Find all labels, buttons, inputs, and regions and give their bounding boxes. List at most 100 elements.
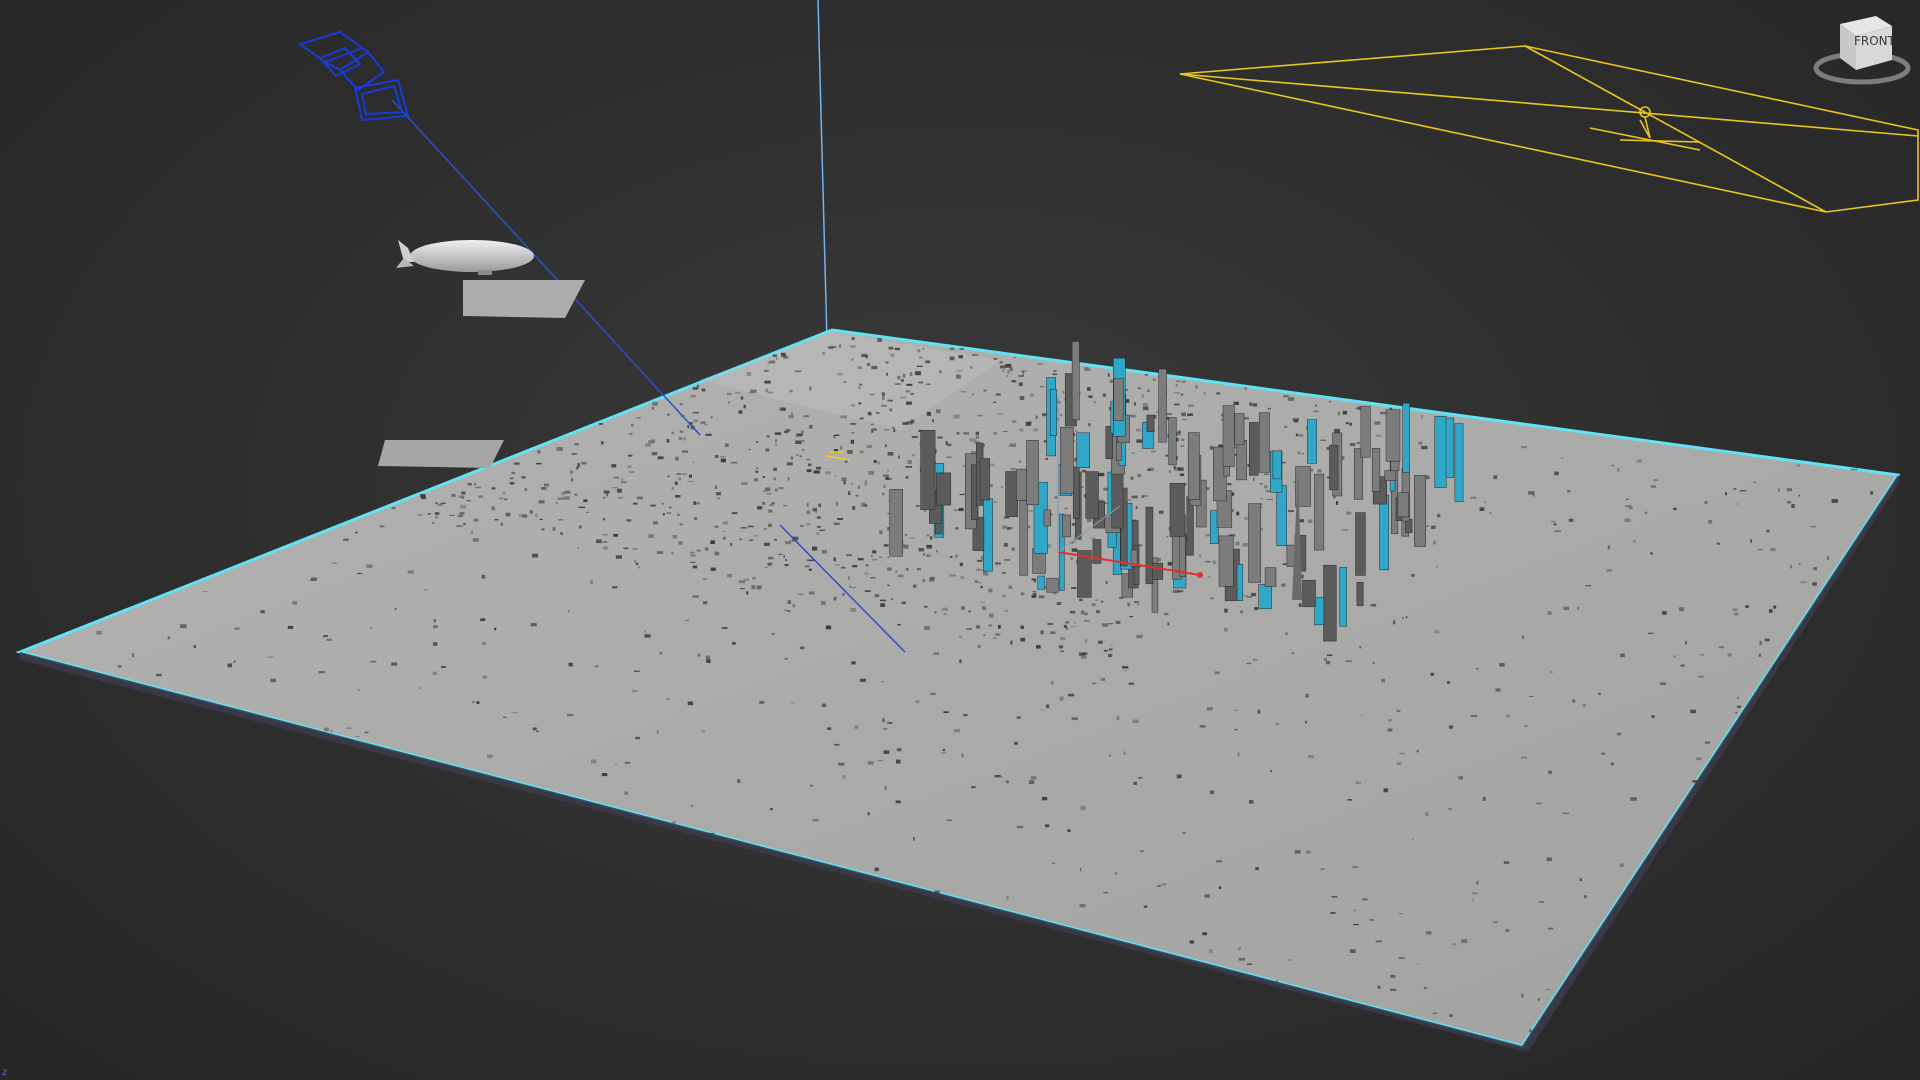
terrain-block [956, 370, 963, 372]
terrain-block [896, 759, 901, 764]
building [1113, 378, 1124, 421]
terrain-block [568, 662, 573, 667]
terrain-block [628, 454, 633, 457]
terrain-block [1346, 511, 1352, 515]
viewcube-face-label[interactable]: FRONT [1854, 34, 1895, 48]
camera-icon[interactable] [297, 30, 410, 122]
terrain-block [1019, 396, 1025, 400]
terrain-block [558, 519, 564, 521]
terrain-block [679, 430, 684, 433]
terrain-block [906, 421, 913, 425]
terrain-block [1227, 483, 1232, 486]
terrain-block [983, 634, 986, 636]
terrain-block [1328, 400, 1331, 403]
terrain-block [995, 393, 1001, 396]
terrain-block [1764, 638, 1770, 642]
terrain-block [765, 566, 768, 568]
terrain-block [1432, 1012, 1438, 1014]
terrain-block [1028, 780, 1035, 784]
terrain-block [1433, 540, 1436, 545]
terrain-block [1651, 715, 1655, 718]
terrain-block [635, 562, 639, 565]
terrain-block [924, 626, 931, 630]
terrain-block [1218, 886, 1222, 890]
terrain-block [433, 619, 436, 623]
terrain-block [813, 470, 820, 474]
terrain-block [963, 714, 968, 717]
terrain-block [1301, 453, 1304, 455]
terrain-block [332, 562, 338, 564]
building [1445, 417, 1455, 478]
terrain-block [752, 577, 756, 580]
terrain-block [842, 775, 846, 779]
terrain-block [260, 610, 265, 614]
terrain-block [867, 761, 874, 765]
terrain-block [867, 812, 870, 816]
terrain-block [871, 554, 873, 558]
terrain-block [1294, 850, 1301, 854]
terrain-block [1102, 393, 1107, 397]
terrain-block [1554, 471, 1559, 476]
city-terrain-plane[interactable] [15, 328, 1901, 1052]
terrain-block [193, 644, 196, 649]
scene-canvas[interactable] [0, 0, 1920, 1080]
terrain-block [1236, 511, 1240, 516]
terrain-block [652, 401, 658, 406]
terrain-block [1147, 469, 1151, 471]
terrain-block [887, 722, 893, 724]
terrain-block [858, 485, 860, 489]
terrain-block [870, 577, 876, 579]
terrain-block [578, 525, 582, 529]
terrain-block [850, 439, 854, 444]
terrain-block [838, 762, 845, 766]
terrain-block [812, 546, 818, 551]
terrain-block [1035, 415, 1038, 419]
terrain-block [841, 592, 845, 596]
terrain-block [583, 499, 588, 502]
building [1062, 514, 1071, 538]
terrain-block [687, 480, 694, 482]
terrain-block [330, 729, 333, 733]
terrain-block [1352, 866, 1359, 868]
terrain-block [956, 432, 960, 435]
terrain-block [1625, 505, 1632, 507]
terrain-block [1431, 525, 1436, 529]
terrain-block [810, 784, 814, 787]
terrain-block [926, 554, 931, 557]
viewcube-icon[interactable]: FRONT [1810, 4, 1914, 100]
terrain-block [730, 461, 738, 464]
terrain-block [988, 588, 993, 593]
terrain-block [1176, 774, 1182, 779]
terrain-block [792, 604, 795, 608]
terrain-block [644, 631, 646, 633]
terrain-block [701, 730, 706, 733]
terrain-block [1360, 714, 1363, 716]
terrain-block [1461, 939, 1468, 943]
terrain-block [606, 492, 609, 497]
terrain-block [417, 514, 423, 516]
terrain-block [1727, 653, 1732, 657]
terrain-block [904, 534, 907, 536]
3d-viewport[interactable]: FRONT z [0, 0, 1920, 1080]
terrain-block [648, 534, 655, 538]
spotlight-icon[interactable] [1179, 45, 1919, 213]
terrain-block [959, 348, 965, 350]
terrain-block [887, 399, 893, 402]
terrain-block [883, 750, 890, 754]
building [1046, 578, 1059, 593]
terrain-block [678, 477, 681, 481]
terrain-block [1204, 894, 1211, 898]
terrain-block [946, 456, 952, 458]
terrain-block [1080, 610, 1085, 615]
terrain-block [1736, 697, 1739, 699]
terrain-block [536, 462, 542, 465]
terrain-block [716, 492, 721, 496]
floating-plane[interactable] [378, 440, 504, 468]
building [1005, 471, 1019, 517]
terrain-block [1628, 506, 1633, 510]
terrain-block [895, 800, 901, 804]
terrain-block [900, 396, 907, 399]
terrain-block [437, 503, 443, 506]
terrain-block [1577, 606, 1580, 610]
terrain-block [650, 504, 656, 507]
